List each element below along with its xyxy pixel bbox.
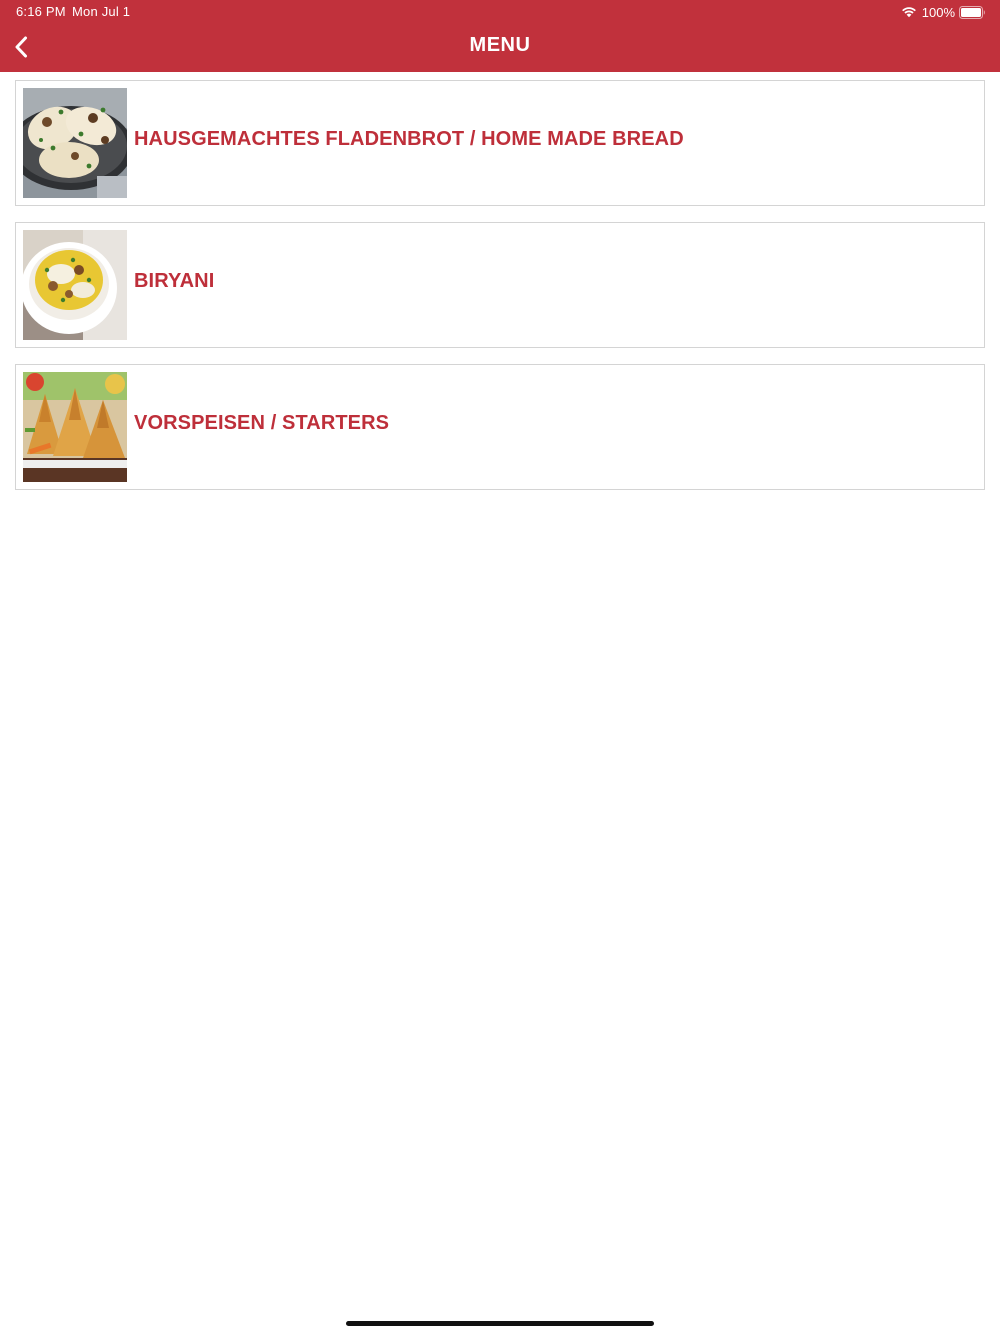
home-indicator[interactable] bbox=[346, 1321, 654, 1326]
menu-item-home-made-bread[interactable]: HAUSGEMACHTES FLADENBROT / HOME MADE BRE… bbox=[15, 80, 985, 206]
samosa-starters-photo bbox=[23, 372, 127, 482]
menu-item-biryani[interactable]: BIRYANI bbox=[15, 222, 985, 348]
biryani-bowl-photo bbox=[23, 230, 127, 340]
menu-item-starters[interactable]: VORSPEISEN / STARTERS bbox=[15, 364, 985, 490]
wifi-icon bbox=[901, 7, 916, 18]
page-title: MENU bbox=[469, 34, 531, 56]
app-header: 6:16 PM Mon Jul 1 100% MENU bbox=[0, 0, 1000, 72]
menu-item-label: BIRYANI bbox=[134, 270, 215, 292]
battery-icon bbox=[959, 5, 985, 19]
menu-item-label: HAUSGEMACHTES FLADENBROT / HOME MADE BRE… bbox=[134, 128, 684, 150]
menu-item-label: VORSPEISEN / STARTERS bbox=[134, 412, 390, 434]
status-indicators: 100% bbox=[901, 3, 986, 21]
menu-category-list: HAUSGEMACHTES FLADENBROT / HOME MADE BRE… bbox=[15, 80, 985, 506]
status-date: Mon Jul 1 bbox=[72, 4, 131, 19]
battery-percentage: 100% bbox=[921, 4, 955, 20]
naan-bread-photo bbox=[23, 88, 127, 198]
status-time: 6:16 PM bbox=[16, 4, 66, 19]
